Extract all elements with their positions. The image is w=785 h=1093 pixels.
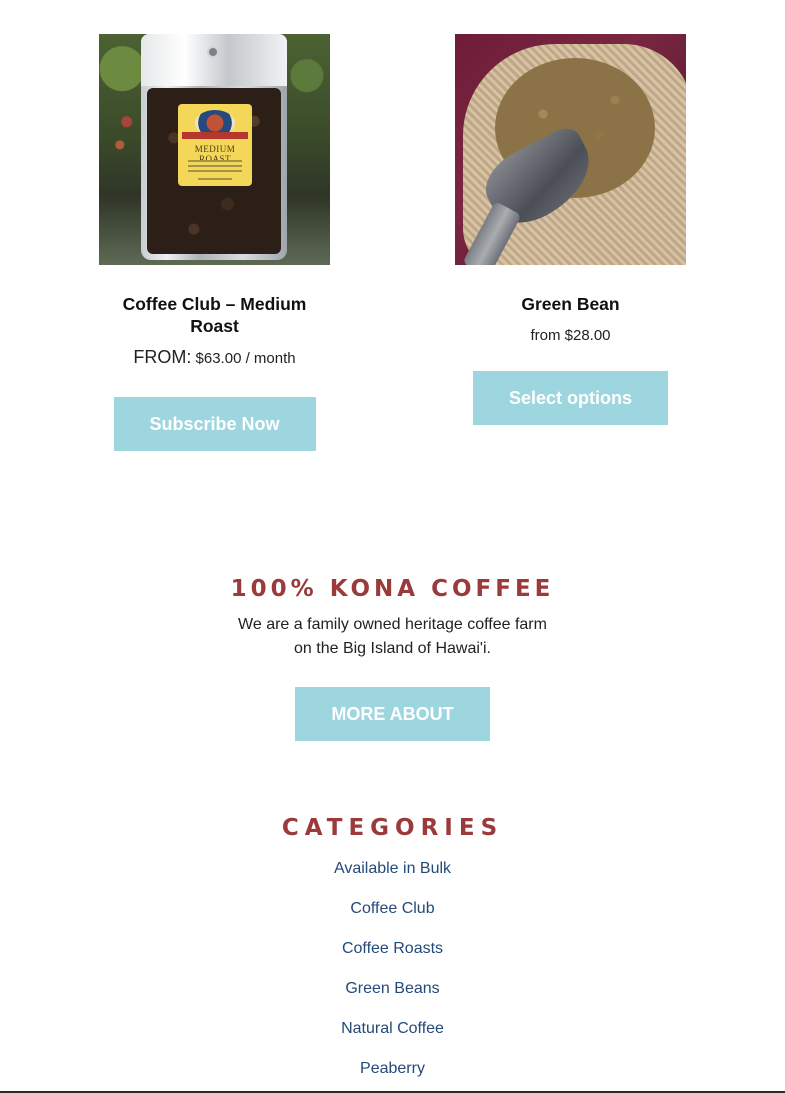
product-price: FROM: $63.00 / month	[99, 347, 330, 368]
product-title[interactable]: Coffee Club – Medium Roast	[99, 293, 330, 337]
category-item: Peaberry	[0, 1049, 785, 1089]
category-link-coffee-roasts[interactable]: Coffee Roasts	[342, 940, 443, 957]
category-item: Green Beans	[0, 969, 785, 1009]
product-image-coffee-club[interactable]: MEDIUM ROAST	[99, 34, 330, 265]
coffee-bag-illustration: MEDIUM ROAST	[141, 34, 287, 260]
price-prefix: FROM:	[133, 347, 192, 367]
about-heading: 100% KONA COFFEE	[230, 576, 555, 602]
more-about-button[interactable]: MORE ABOUT	[295, 687, 490, 741]
product-title[interactable]: Green Bean	[455, 293, 686, 315]
bag-label: MEDIUM ROAST	[178, 104, 252, 186]
price-suffix: / month	[245, 350, 296, 367]
product-price: from $28.00	[530, 327, 611, 344]
page: MEDIUM ROAST Coffee Club – Medium Roast …	[0, 0, 785, 1093]
product-card-green-bean: Green Bean from $28.00 Select options	[455, 34, 686, 425]
category-item: Coffee Club	[0, 889, 785, 929]
category-item: Coffee Roasts	[0, 929, 785, 969]
category-link-natural-coffee[interactable]: Natural Coffee	[341, 1020, 444, 1037]
about-text: We are a family owned heritage coffee fa…	[238, 616, 547, 657]
categories-section: CATEGORIES Available in Bulk Coffee Club…	[0, 815, 785, 1089]
product-card-coffee-club: MEDIUM ROAST Coffee Club – Medium Roast …	[99, 34, 330, 451]
price-value: $63.00	[195, 350, 242, 367]
about-section: 100% KONA COFFEE We are a family owned h…	[0, 576, 785, 741]
category-item: Natural Coffee	[0, 1009, 785, 1049]
category-link-green-beans[interactable]: Green Beans	[345, 980, 439, 997]
select-options-button[interactable]: Select options	[473, 371, 668, 425]
categories-heading: CATEGORIES	[281, 815, 504, 841]
category-link-peaberry[interactable]: Peaberry	[360, 1060, 425, 1077]
category-link-coffee-club[interactable]: Coffee Club	[350, 900, 434, 917]
category-item: Available in Bulk	[0, 849, 785, 889]
category-link-available-in-bulk[interactable]: Available in Bulk	[334, 860, 451, 877]
category-list: Available in Bulk Coffee Club Coffee Roa…	[0, 849, 785, 1089]
subscribe-now-button[interactable]: Subscribe Now	[113, 397, 316, 451]
product-image-green-bean[interactable]	[455, 34, 686, 265]
